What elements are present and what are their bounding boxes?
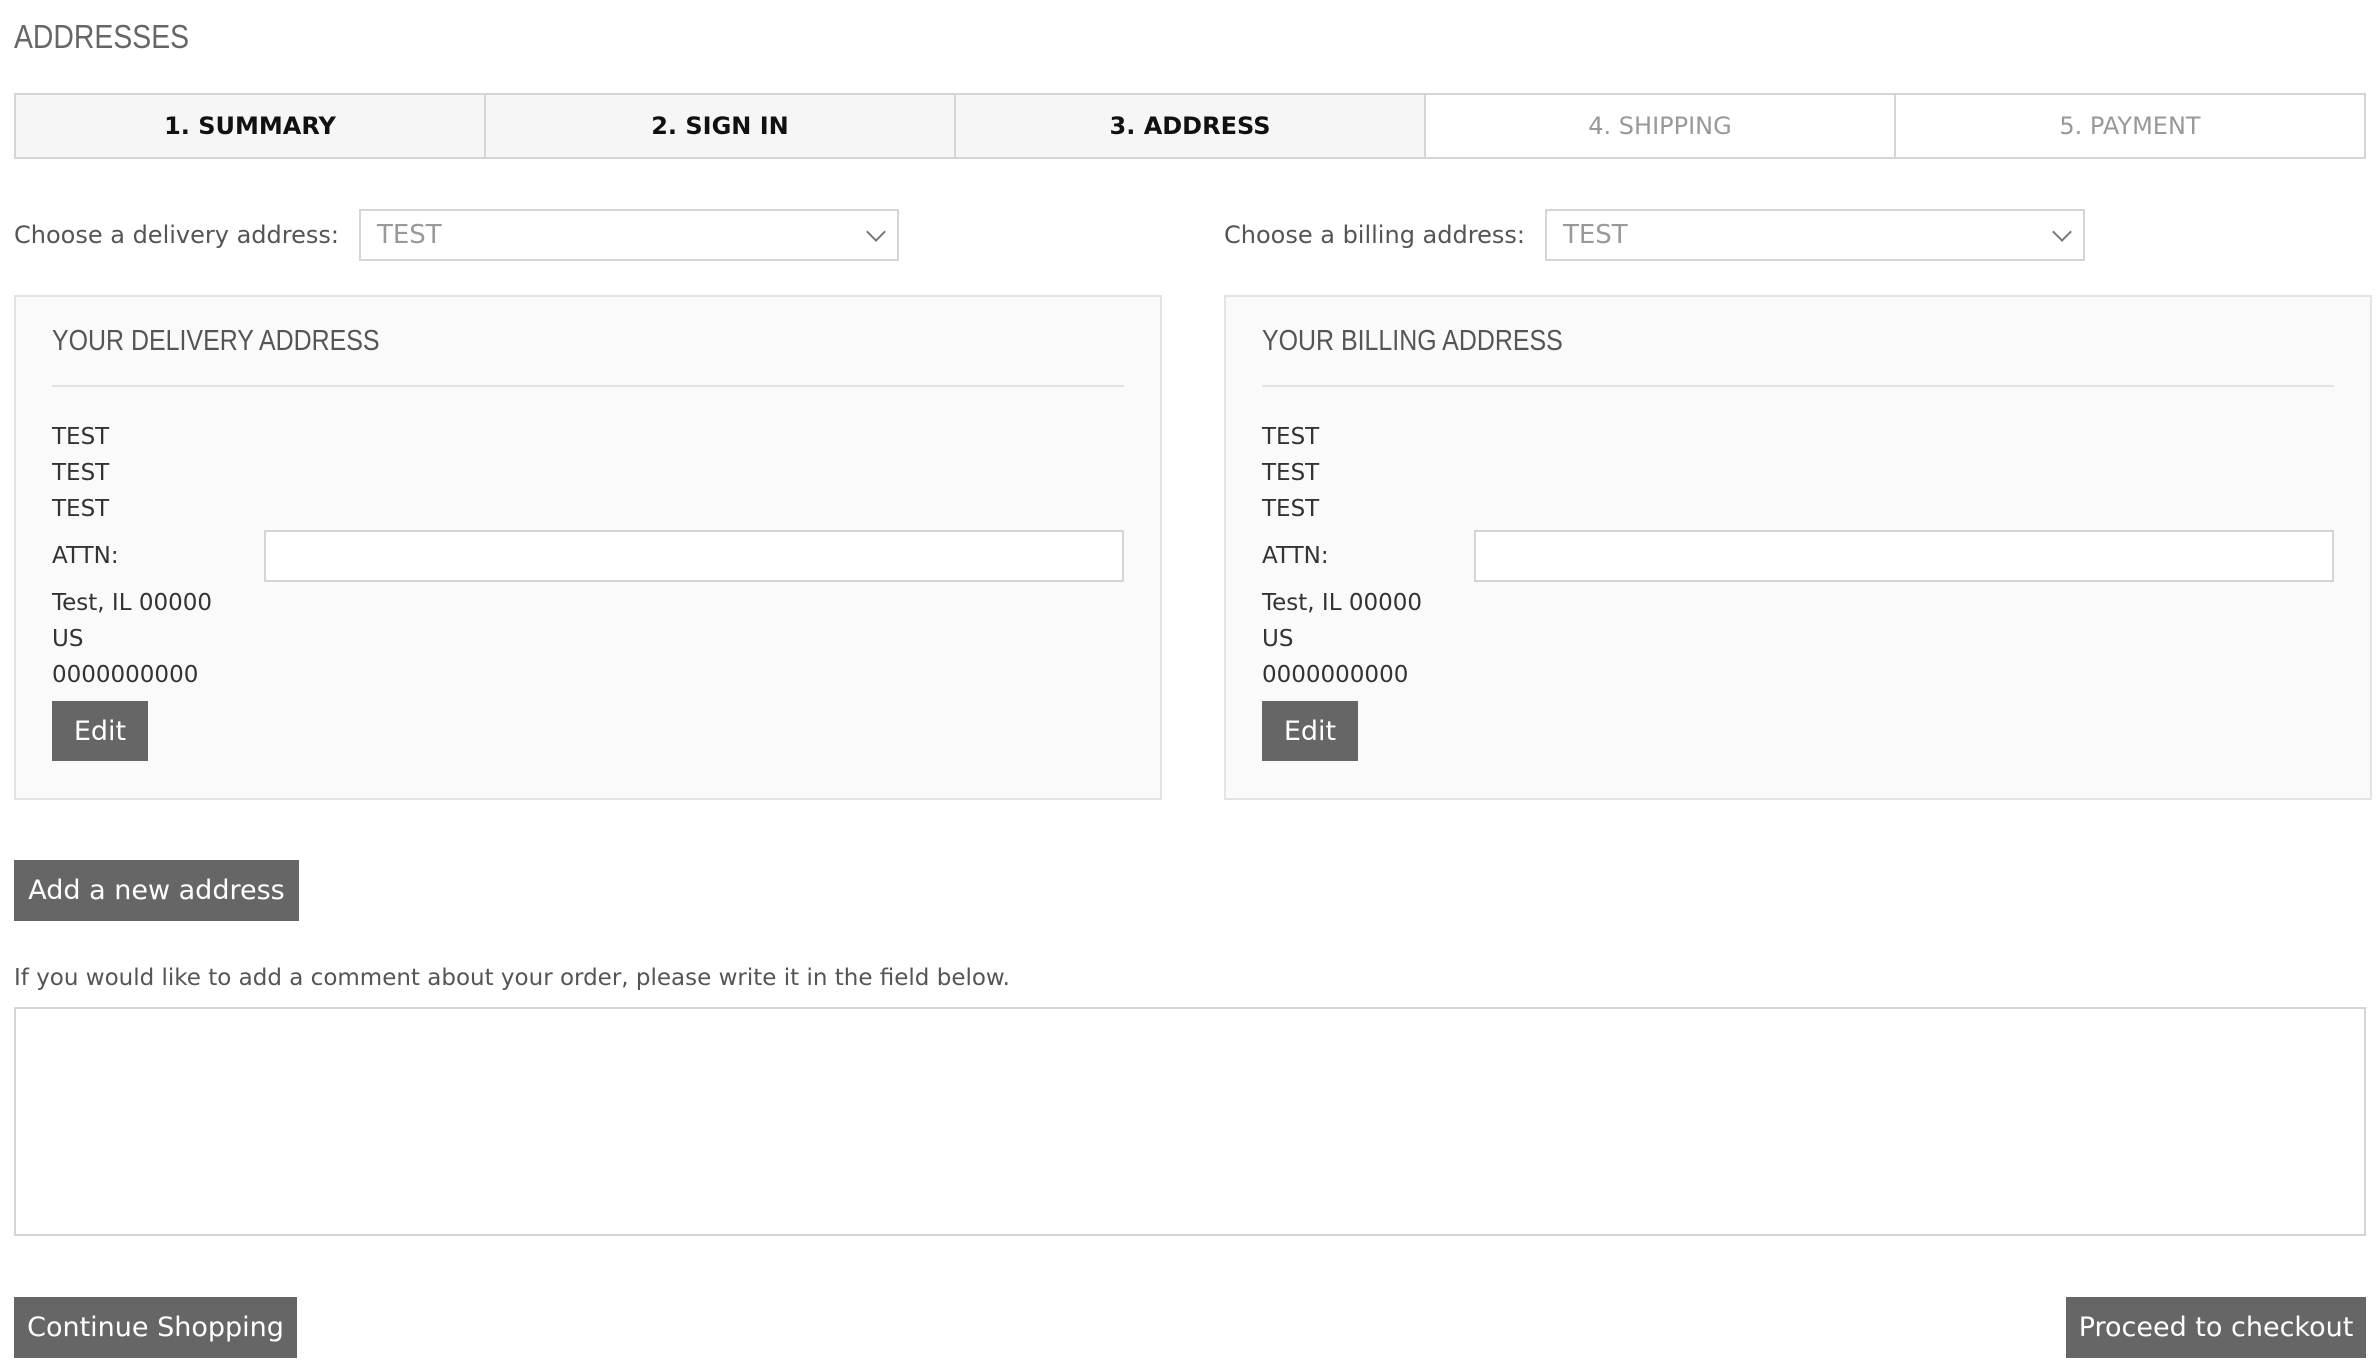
delivery-attn-input[interactable] — [264, 530, 1124, 582]
delivery-address-select[interactable]: TEST — [358, 209, 899, 261]
billing-attn-input[interactable] — [1474, 530, 2334, 582]
address-line: 0000000000 — [52, 662, 199, 688]
delivery-edit-button[interactable]: Edit — [52, 701, 148, 761]
billing-chooser-label: Choose a billing address: — [1224, 221, 1525, 249]
address-line: US — [1262, 626, 1294, 652]
divider — [1262, 385, 2334, 387]
address-line: TEST — [1262, 460, 1320, 486]
address-line: TEST — [52, 496, 110, 522]
address-line: Test, IL 00000 — [52, 590, 212, 616]
step-summary[interactable]: 1. SUMMARY — [16, 95, 486, 157]
proceed-to-checkout-button[interactable]: Proceed to checkout — [2066, 1297, 2366, 1358]
billing-address-box: YOUR BILLING ADDRESS TEST TEST TEST ATTN… — [1224, 295, 2372, 800]
attn-label: ATTN: — [52, 543, 119, 569]
step-sign-in[interactable]: 2. SIGN IN — [486, 95, 956, 157]
chevron-down-icon — [866, 222, 886, 242]
delivery-address-box: YOUR DELIVERY ADDRESS TEST TEST TEST ATT… — [14, 295, 1162, 800]
order-comment-textarea[interactable] — [14, 1007, 2366, 1236]
delivery-address-lines: TEST TEST TEST ATTN: Test, IL 00000 US 0… — [52, 419, 1124, 693]
billing-attn-row: ATTN: — [1262, 529, 2334, 583]
billing-box-title: YOUR BILLING ADDRESS — [1262, 325, 1563, 357]
delivery-attn-row: ATTN: — [52, 529, 1124, 583]
order-comment-label: If you would like to add a comment about… — [14, 965, 1010, 991]
step-shipping: 4. SHIPPING — [1426, 95, 1896, 157]
divider — [52, 385, 1124, 387]
chevron-down-icon — [2052, 222, 2072, 242]
address-line: TEST — [52, 460, 110, 486]
checkout-steps: 1. SUMMARY 2. SIGN IN 3. ADDRESS 4. SHIP… — [14, 93, 2366, 159]
delivery-box-title: YOUR DELIVERY ADDRESS — [52, 325, 380, 357]
billing-select-value: TEST — [1562, 220, 1628, 250]
address-line: TEST — [1262, 496, 1320, 522]
add-new-address-button[interactable]: Add a new address — [14, 860, 299, 921]
address-line: US — [52, 626, 84, 652]
address-line: TEST — [52, 424, 110, 450]
page-title: ADDRESSES — [14, 18, 190, 55]
delivery-select-value: TEST — [376, 220, 442, 250]
billing-address-lines: TEST TEST TEST ATTN: Test, IL 00000 US 0… — [1262, 419, 2334, 693]
address-line: TEST — [1262, 424, 1320, 450]
address-line: Test, IL 00000 — [1262, 590, 1422, 616]
billing-address-chooser: Choose a billing address: TEST — [1224, 209, 2085, 261]
billing-edit-button[interactable]: Edit — [1262, 701, 1358, 761]
delivery-address-chooser: Choose a delivery address: TEST — [14, 209, 899, 261]
billing-address-select[interactable]: TEST — [1544, 209, 2085, 261]
delivery-chooser-label: Choose a delivery address: — [14, 221, 339, 249]
continue-shopping-button[interactable]: Continue Shopping — [14, 1297, 297, 1358]
attn-label: ATTN: — [1262, 543, 1329, 569]
address-line: 0000000000 — [1262, 662, 1409, 688]
step-payment: 5. PAYMENT — [1896, 95, 2364, 157]
step-address: 3. ADDRESS — [956, 95, 1426, 157]
